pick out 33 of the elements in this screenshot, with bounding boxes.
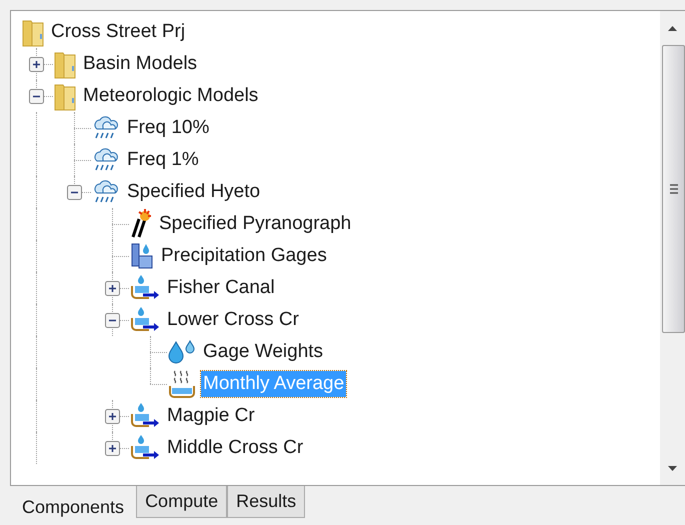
tree-item[interactable]: Gage Weights	[201, 339, 326, 365]
grip-icon	[668, 183, 678, 195]
rain-gage-icon	[129, 242, 155, 270]
tab[interactable]: Results	[227, 486, 306, 518]
evaporation-icon	[167, 369, 197, 399]
tree-item[interactable]: Magpie Cr	[165, 403, 257, 429]
subbasin-icon	[129, 434, 161, 462]
subbasin-icon	[129, 402, 161, 430]
tree-item[interactable]: Specified Hyeto	[125, 179, 262, 205]
subbasin-icon	[129, 274, 161, 302]
tree-item[interactable]: Basin Models	[81, 51, 200, 77]
collapse-icon[interactable]	[29, 89, 44, 104]
tree-item[interactable]: Meteorologic Models	[81, 83, 260, 109]
tree-item[interactable]: Freq 10%	[125, 115, 212, 141]
collapse-icon[interactable]	[105, 313, 120, 328]
tab[interactable]: Compute	[136, 486, 228, 518]
tree-item[interactable]: Lower Cross Cr	[165, 307, 301, 333]
tree-item[interactable]: Precipitation Gages	[159, 243, 329, 269]
expand-icon[interactable]	[105, 281, 120, 296]
tree-item[interactable]: Middle Cross Cr	[165, 435, 306, 461]
tree-item[interactable]: Freq 1%	[125, 147, 201, 173]
scroll-thumb[interactable]	[662, 45, 685, 333]
expand-icon[interactable]	[105, 409, 120, 424]
tree-item[interactable]: Cross Street Prj	[49, 19, 188, 45]
tree-item[interactable]: Specified Pyranograph	[157, 211, 354, 237]
collapse-icon[interactable]	[67, 185, 82, 200]
tree-item[interactable]: Fisher Canal	[165, 275, 277, 301]
scrollbar[interactable]	[660, 11, 685, 485]
water-drops-icon	[167, 338, 197, 366]
sun-rays-icon	[129, 209, 153, 239]
expand-icon[interactable]	[29, 57, 44, 72]
expand-icon[interactable]	[105, 441, 120, 456]
subbasin-icon	[129, 306, 161, 334]
